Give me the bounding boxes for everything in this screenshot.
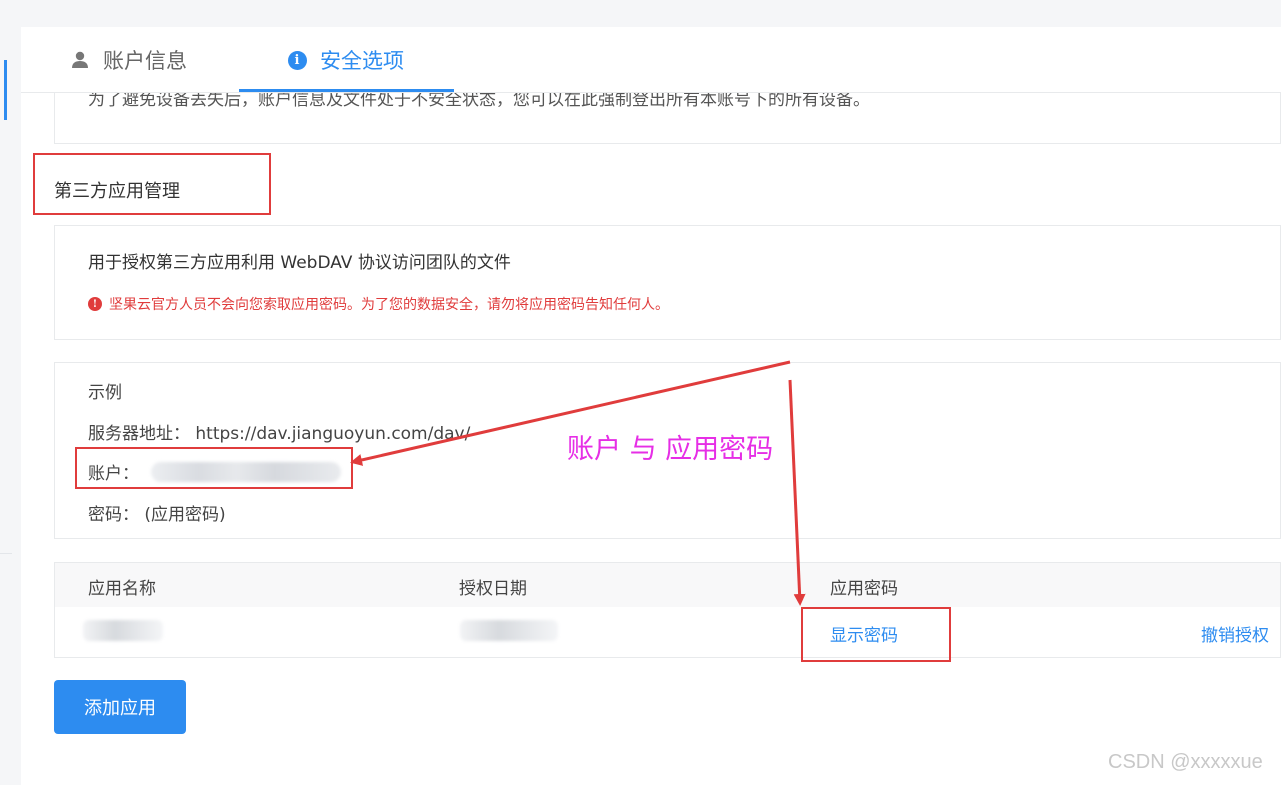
third-party-description-box: 用于授权第三方应用利用 WebDAV 协议访问团队的文件 ! 坚果云官方人员不会… <box>54 225 1281 340</box>
table-header: 应用名称 授权日期 应用密码 <box>55 563 1280 607</box>
user-icon <box>69 49 91 71</box>
tab-account-info[interactable]: 账户信息 <box>69 27 187 93</box>
settings-tabs: 账户信息 i 安全选项 <box>21 27 1281 93</box>
show-password-link[interactable]: 显示密码 <box>830 621 898 646</box>
annotation-label: 账户 与 应用密码 <box>567 434 774 465</box>
info-icon: i <box>286 49 308 71</box>
settings-card: 为了避免设备丢失后，账户信息及文件处于不安全状态，您可以在此强制登出所有本账号下… <box>21 27 1281 785</box>
third-party-description: 用于授权第三方应用利用 WebDAV 协议访问团队的文件 <box>88 253 511 273</box>
csdn-watermark: CSDN @xxxxxue <box>1108 751 1263 773</box>
password-value: (应用密码) <box>144 505 226 525</box>
force-logout-box: 为了避免设备丢失后，账户信息及文件处于不安全状态，您可以在此强制登出所有本账号下… <box>54 87 1281 144</box>
security-warning-text: 坚果云官方人员不会向您索取应用密码。为了您的数据安全，请勿将应用密码告知任何人。 <box>109 297 669 313</box>
app-password-table: 应用名称 授权日期 应用密码 显示密码 撤销授权 <box>54 562 1281 658</box>
active-tab-underline <box>239 89 454 92</box>
tab-security-options-label: 安全选项 <box>320 49 404 73</box>
example-account-row: 账户： <box>88 459 341 484</box>
account-value-redacted <box>151 461 341 482</box>
server-label: 服务器地址： <box>88 424 190 444</box>
account-label: 账户： <box>88 464 139 484</box>
third-party-section-title: 第三方应用管理 <box>54 181 180 202</box>
add-app-button[interactable]: 添加应用 <box>54 680 186 734</box>
example-title: 示例 <box>88 383 122 403</box>
example-server-row: 服务器地址： https://dav.jianguoyun.com/dav/ <box>88 419 470 444</box>
security-warning: ! 坚果云官方人员不会向您索取应用密码。为了您的数据安全，请勿将应用密码告知任何… <box>88 294 669 314</box>
warning-icon: ! <box>88 297 102 311</box>
auth-date-redacted <box>460 620 558 641</box>
revoke-authorization-link[interactable]: 撤销授权 <box>1201 621 1269 646</box>
example-password-row: 密码： (应用密码) <box>88 500 226 525</box>
tab-security-options[interactable]: i 安全选项 <box>286 27 404 93</box>
password-label: 密码： <box>88 505 139 525</box>
left-nav-divider <box>0 553 12 554</box>
column-header-auth-date: 授权日期 <box>459 579 527 599</box>
server-url: https://dav.jianguoyun.com/dav/ <box>195 424 471 444</box>
tab-account-info-label: 账户信息 <box>103 49 187 73</box>
column-header-app-name: 应用名称 <box>88 579 156 599</box>
app-name-redacted <box>83 620 163 641</box>
column-header-app-password: 应用密码 <box>830 579 898 599</box>
left-nav-active-indicator <box>4 60 7 120</box>
